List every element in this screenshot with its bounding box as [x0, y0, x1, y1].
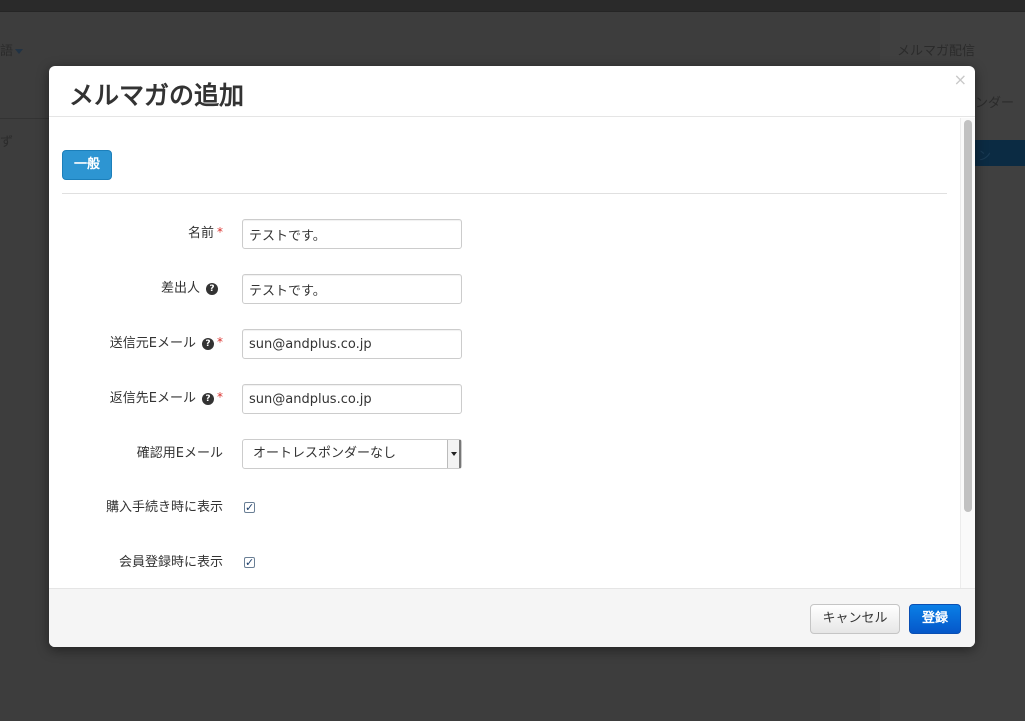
help-icon[interactable]: ?	[202, 337, 214, 350]
chevron-down-icon	[447, 440, 461, 468]
background-divider	[0, 118, 50, 119]
form-row-from-email: 送信元Eメール? *	[49, 329, 949, 359]
required-mark: *	[217, 225, 223, 239]
required-mark: *	[217, 390, 223, 404]
reply-email-label: 返信先Eメール? *	[109, 390, 223, 406]
confirm-email-select[interactable]: オートレスポンダーなし	[242, 439, 462, 469]
confirm-email-label: 確認用Eメール	[136, 446, 223, 461]
form-row-confirm-email: 確認用Eメール オートレスポンダーなし	[49, 439, 949, 469]
add-mailmag-modal: メルマガの追加 × 一般 名前* 差出人? 送信元Eメール?* 返信先Eメール?…	[49, 66, 975, 647]
tab-general[interactable]: 一般	[62, 150, 112, 180]
background-topbar	[0, 0, 1025, 12]
tab-divider	[62, 193, 947, 194]
name-input[interactable]	[242, 219, 462, 249]
modal-body: 一般 名前* 差出人? 送信元Eメール?* 返信先Eメール?* 確認用Eメール …	[49, 118, 975, 588]
modal-footer: キャンセル 登録	[49, 588, 975, 647]
name-label: 名前 *	[187, 225, 223, 241]
form-row-show-on-register: 会員登録時に表示 ✓	[49, 548, 949, 578]
confirm-email-selected-value: オートレスポンダーなし	[253, 446, 397, 461]
caret-down-icon	[15, 49, 24, 54]
form-row-sender: 差出人?	[49, 274, 949, 304]
background-left-text: ず	[0, 135, 14, 150]
from-email-input[interactable]	[242, 329, 462, 359]
reply-email-input[interactable]	[242, 384, 462, 414]
modal-header: メルマガの追加 ×	[49, 66, 975, 117]
background-language-menu: 語	[0, 40, 24, 59]
background-menu-item-mailmag: メルマガ配信	[897, 44, 976, 59]
form-row-reply-email: 返信先Eメール? *	[49, 384, 949, 414]
modal-title: メルマガの追加	[69, 82, 245, 110]
show-on-register-label: 会員登録時に表示	[118, 555, 223, 570]
required-mark: *	[217, 335, 223, 349]
show-on-purchase-label: 購入手続き時に表示	[105, 500, 223, 515]
help-icon[interactable]: ?	[202, 392, 214, 405]
background-menu-item-responder: ンダー	[975, 96, 1015, 111]
cancel-button[interactable]: キャンセル	[810, 604, 900, 634]
sender-input[interactable]	[242, 274, 462, 304]
from-email-label: 送信元Eメール? *	[109, 335, 223, 351]
show-on-purchase-checkbox[interactable]: ✓	[244, 502, 255, 513]
help-icon[interactable]: ?	[206, 282, 218, 295]
scrollbar-thumb[interactable]	[964, 120, 972, 512]
sender-label: 差出人?	[161, 274, 218, 304]
form-row-name: 名前 *	[49, 219, 949, 249]
close-icon[interactable]: ×	[954, 70, 967, 90]
background-menu-item-active-label: ン	[978, 149, 992, 164]
modal-scrollbar[interactable]	[960, 118, 975, 588]
form-row-show-on-purchase: 購入手続き時に表示 ✓	[49, 493, 949, 523]
show-on-register-checkbox[interactable]: ✓	[244, 557, 255, 568]
submit-button[interactable]: 登録	[909, 604, 961, 634]
